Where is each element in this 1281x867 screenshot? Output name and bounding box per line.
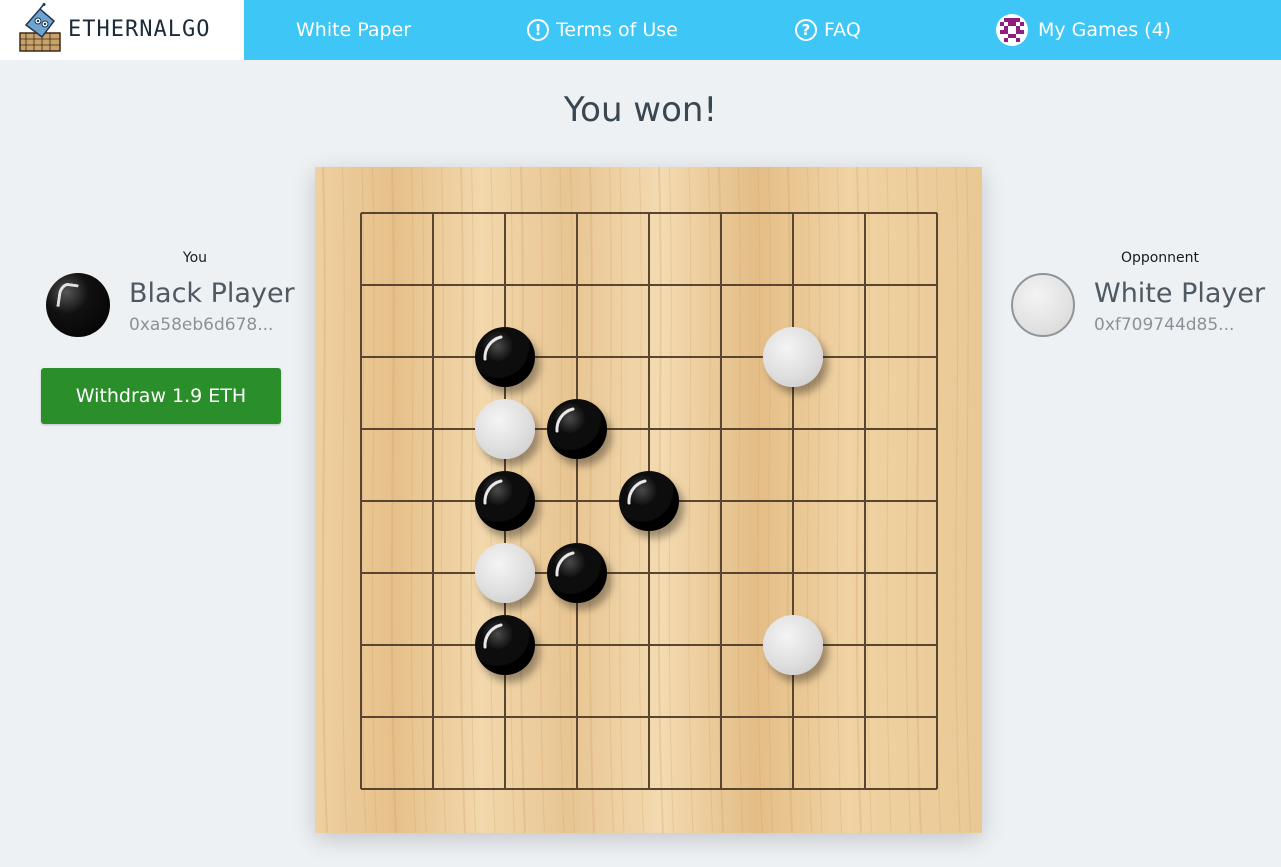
top-navbar: ETHERNALGO White Paper ! Terms of Use ? …: [0, 0, 1281, 60]
nav-faq[interactable]: ? FAQ: [795, 0, 861, 60]
exclamation-circle-icon: !: [527, 19, 549, 41]
black-stone-icon: [46, 273, 110, 337]
nav-faq-label: FAQ: [824, 19, 861, 41]
black-stone: [475, 471, 535, 531]
robot-logo-icon: [19, 3, 61, 52]
nav-terms-label: Terms of Use: [556, 19, 678, 41]
player-address-black: 0xa58eb6d678...: [129, 315, 274, 335]
pixel-avatar-icon: [996, 14, 1028, 46]
nav-my-games-label: My Games (4): [1038, 19, 1172, 41]
white-stone: [763, 615, 823, 675]
white-stone-icon: [1011, 273, 1075, 337]
black-stone: [547, 543, 607, 603]
result-title: You won!: [563, 90, 718, 130]
player-address-white: 0xf709744d85...: [1094, 315, 1235, 335]
withdraw-button[interactable]: Withdraw 1.9 ETH: [41, 368, 281, 424]
logo-text: ETHERNALGO: [68, 17, 211, 42]
question-circle-icon: ?: [795, 19, 817, 41]
white-stone: [763, 327, 823, 387]
player-name-black: Black Player: [129, 278, 295, 309]
black-stone: [547, 399, 607, 459]
go-board[interactable]: [315, 167, 982, 833]
black-stone: [619, 471, 679, 531]
white-stone: [475, 543, 535, 603]
nav-my-games[interactable]: My Games (4): [996, 0, 1171, 60]
nav-white-paper[interactable]: White Paper: [296, 0, 411, 60]
black-stone: [475, 327, 535, 387]
player-role-opponent: Opponnent: [1120, 250, 1200, 266]
black-stone: [475, 615, 535, 675]
logo[interactable]: ETHERNALGO: [0, 0, 244, 60]
player-name-white: White Player: [1094, 278, 1266, 309]
nav-white-paper-label: White Paper: [296, 19, 412, 41]
nav-terms-of-use[interactable]: ! Terms of Use: [527, 0, 678, 60]
white-stone: [475, 399, 535, 459]
player-role-you: You: [182, 250, 208, 266]
